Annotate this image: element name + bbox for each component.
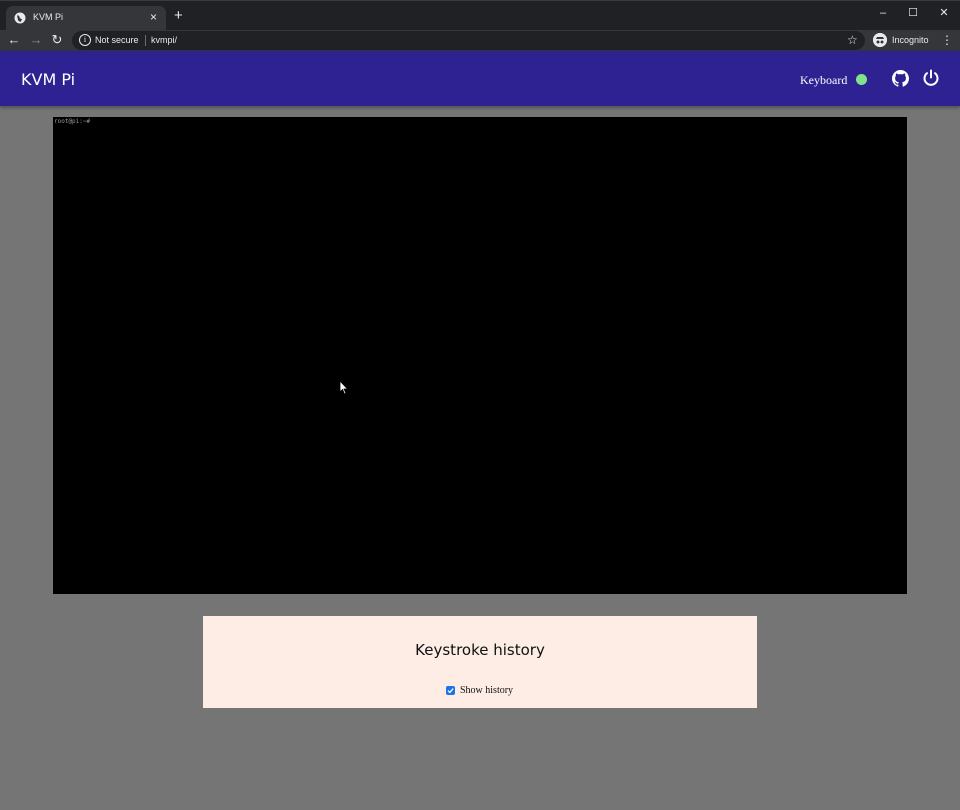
remote-screen[interactable]: root@pi:~# [53, 117, 907, 594]
incognito-icon[interactable] [873, 33, 887, 47]
security-status[interactable]: Not secure [95, 35, 139, 45]
new-tab-icon[interactable]: + [174, 8, 183, 24]
checkmark-icon [447, 688, 454, 694]
github-icon[interactable] [892, 70, 909, 87]
globe-icon [14, 12, 26, 24]
omnibox-separator [145, 35, 146, 46]
browser-titlebar: KVM Pi × + – ☐ ✕ [0, 0, 960, 31]
mouse-pointer-icon [339, 380, 349, 395]
forward-icon[interactable]: → [28, 32, 44, 48]
keystroke-history-title: Keystroke history [415, 641, 545, 659]
back-icon[interactable]: ← [6, 32, 22, 48]
address-bar[interactable]: i Not secure kvmpi/ ☆ [72, 31, 865, 50]
star-icon[interactable]: ☆ [847, 33, 858, 47]
reload-icon[interactable]: ↻ [49, 32, 65, 48]
menu-icon[interactable]: ⋮ [941, 32, 953, 48]
app-bar: KVM Pi Keyboard [0, 51, 960, 106]
close-window-icon[interactable]: ✕ [933, 5, 955, 21]
info-icon[interactable]: i [79, 34, 91, 46]
browser-tab[interactable]: KVM Pi × [6, 6, 166, 31]
show-history-checkbox[interactable] [446, 686, 455, 695]
app-title: KVM Pi [21, 70, 76, 89]
keyboard-status-label: Keyboard [800, 73, 848, 87]
tab-title: KVM Pi [33, 12, 64, 22]
url-text[interactable]: kvmpi/ [151, 35, 177, 45]
minimize-icon[interactable]: – [872, 5, 894, 21]
incognito-label[interactable]: Incognito [892, 35, 929, 45]
keystroke-history-panel: Keystroke history Show history [203, 616, 757, 708]
browser-toolbar: ← → ↻ i Not secure kvmpi/ ☆ [0, 30, 960, 51]
power-icon[interactable] [922, 69, 940, 87]
terminal-prompt: root@pi:~# [54, 118, 91, 125]
keyboard-status-indicator [856, 74, 867, 85]
maximize-icon[interactable]: ☐ [902, 5, 924, 21]
show-history-label[interactable]: Show history [460, 685, 513, 696]
tab-close-icon[interactable]: × [150, 10, 157, 24]
